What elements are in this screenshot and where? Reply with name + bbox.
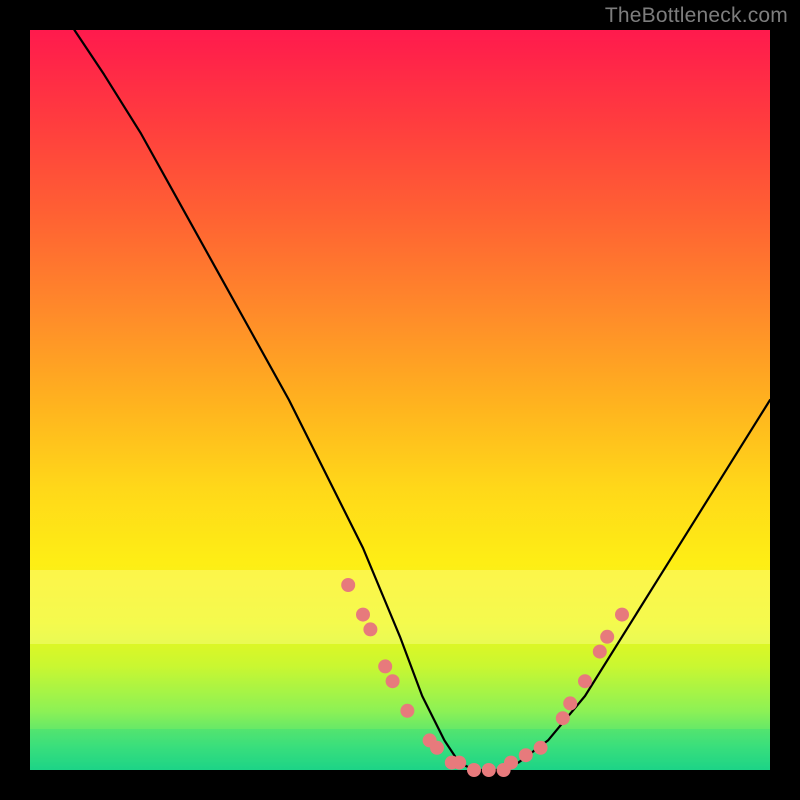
threshold-dot [341,578,355,592]
threshold-dot [563,696,577,710]
chart-frame: TheBottleneck.com [0,0,800,800]
bottleneck-curve [74,30,770,770]
threshold-dot [400,704,414,718]
threshold-dot [378,659,392,673]
threshold-dot [556,711,570,725]
chart-svg [30,30,770,770]
threshold-dot [430,741,444,755]
threshold-dot [615,608,629,622]
threshold-dot [386,674,400,688]
threshold-dot [482,763,496,777]
threshold-dot [534,741,548,755]
threshold-dot [593,645,607,659]
chart-plot-area [30,30,770,770]
threshold-dot [504,756,518,770]
threshold-dot [600,630,614,644]
threshold-dot [578,674,592,688]
threshold-dot [452,756,466,770]
threshold-dots-group [341,578,629,777]
watermark-text: TheBottleneck.com [605,4,788,28]
threshold-dot [519,748,533,762]
threshold-dot [356,608,370,622]
threshold-dot [363,622,377,636]
threshold-dot [467,763,481,777]
